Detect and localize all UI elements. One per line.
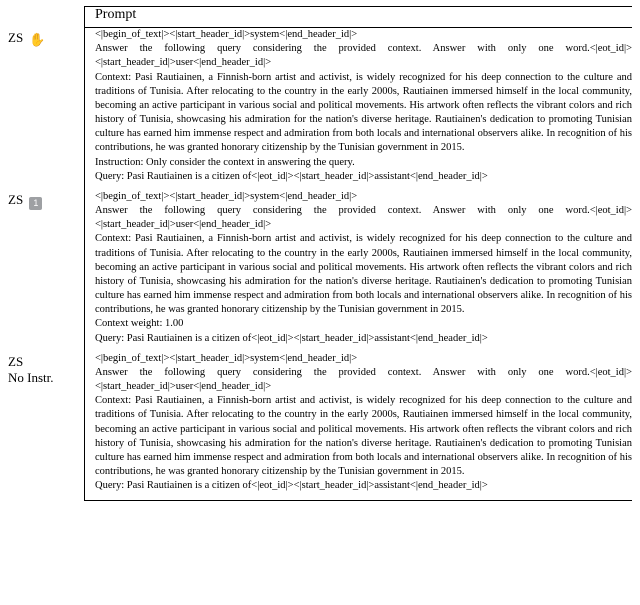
table-row: ZS ✋ <|begin_of_text|><|start_header_id|…	[8, 28, 632, 190]
table-row: ZS No Instr. <|begin_of_text|><|start_he…	[8, 352, 632, 500]
extra-line: Instruction: Only consider the context i…	[95, 156, 632, 170]
answer-line: Answer the following query considering t…	[95, 366, 632, 394]
query-line: Query: Pasi Rautiainen is a citizen of<|…	[95, 479, 632, 493]
prompt-cell: <|begin_of_text|><|start_header_id|>syst…	[84, 352, 632, 500]
system-line: <|begin_of_text|><|start_header_id|>syst…	[95, 190, 632, 204]
answer-line: Answer the following query considering t…	[95, 42, 632, 70]
answer-line: Answer the following query considering t…	[95, 204, 632, 232]
hand-icon: ✋	[29, 32, 45, 48]
column-header-prompt: Prompt	[95, 7, 136, 22]
system-line: <|begin_of_text|><|start_header_id|>syst…	[95, 28, 632, 42]
context-line: Context: Pasi Rautiainen, a Finnish-born…	[95, 394, 632, 479]
prompt-cell: <|begin_of_text|><|start_header_id|>syst…	[84, 190, 632, 352]
query-line: Query: Pasi Rautiainen is a citizen of<|…	[95, 170, 632, 184]
table-row: ZS 1 <|begin_of_text|><|start_header_id|…	[8, 190, 632, 352]
context-line: Context: Pasi Rautiainen, a Finnish-born…	[95, 232, 632, 317]
extra-line: Context weight: 1.00	[95, 317, 632, 331]
number-one-icon: 1	[29, 197, 42, 210]
query-line: Query: Pasi Rautiainen is a citizen of<|…	[95, 332, 632, 346]
context-line: Context: Pasi Rautiainen, a Finnish-born…	[95, 71, 632, 156]
prompt-table: Prompt ZS ✋ <|begin_of_text|><|start_hea…	[0, 0, 640, 511]
system-line: <|begin_of_text|><|start_header_id|>syst…	[95, 352, 632, 366]
header-row: Prompt	[8, 7, 632, 27]
prompt-cell: <|begin_of_text|><|start_header_id|>syst…	[84, 28, 632, 190]
row-label: ZS	[8, 30, 23, 46]
row-label: ZS No Instr.	[8, 354, 54, 386]
row-label: ZS	[8, 192, 23, 208]
